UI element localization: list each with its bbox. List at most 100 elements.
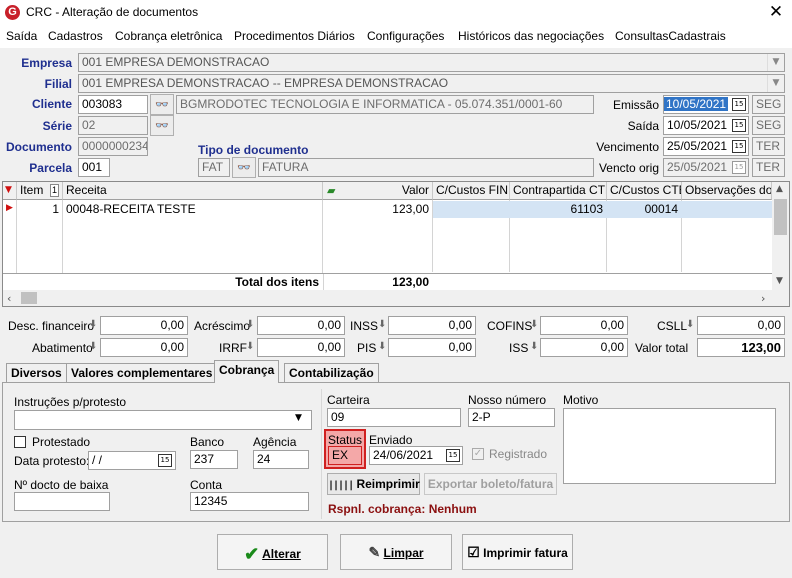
agencia-field[interactable]: 24 xyxy=(253,450,309,469)
registrado-label: Registrado xyxy=(489,447,548,461)
imprimir-fatura-button[interactable]: ☑ Imprimir fatura xyxy=(462,534,573,570)
arrow-down-icon: ⬇ xyxy=(246,319,255,330)
instrucoes-label: Instruções p/protesto xyxy=(14,395,127,409)
menu-cadastros[interactable]: Cadastros xyxy=(48,29,103,43)
cofins-field[interactable]: 0,00 xyxy=(540,316,628,335)
binoculars-icon[interactable]: 👓 xyxy=(150,94,174,115)
column-header-observacoes[interactable]: Observações do ite xyxy=(682,182,772,200)
column-header-contrapartida[interactable]: Contrapartida CTB xyxy=(510,182,607,200)
calendar-icon[interactable]: 15 xyxy=(732,140,746,153)
emissao-value: 10/05/2021 xyxy=(664,97,729,111)
binoculars-icon[interactable]: 👓 xyxy=(150,115,174,136)
binoculars-icon[interactable]: 👓 xyxy=(232,157,256,178)
column-header-cc-ctb[interactable]: C/Custos CTB xyxy=(607,182,682,200)
tab-diversos[interactable]: Diversos xyxy=(6,363,67,383)
sort-order-badge: 1 xyxy=(49,184,59,197)
instrucoes-select[interactable] xyxy=(14,410,312,430)
calendar-icon[interactable]: 15 xyxy=(732,98,746,111)
column-header-item[interactable]: Item 1 xyxy=(17,182,63,200)
total-row: Total dos itens 123,00 xyxy=(3,273,772,291)
nosso-numero-label: Nosso número xyxy=(468,393,547,407)
menu-cobranca-eletronica[interactable]: Cobrança eletrônica xyxy=(115,29,222,43)
chevron-down-icon[interactable]: ▼ xyxy=(767,54,784,71)
table-row[interactable]: ▶ 1 00048-RECEITA TESTE 123,00 61103 000… xyxy=(3,201,772,218)
calendar-icon: 15 xyxy=(732,161,746,174)
scrollbar-thumb[interactable] xyxy=(774,199,787,235)
cell-cc-fin xyxy=(433,201,509,218)
scroll-right-icon[interactable]: › xyxy=(761,292,765,305)
csll-field[interactable]: 0,00 xyxy=(697,316,785,335)
tab-valores-complementares[interactable]: Valores complementares xyxy=(66,363,218,383)
filial-label: Filial xyxy=(44,77,72,91)
vertical-scrollbar[interactable]: ▲ ▼ xyxy=(772,182,789,290)
window-title: CRC - Alteração de documentos xyxy=(26,5,199,19)
inss-field[interactable]: 0,00 xyxy=(388,316,476,335)
close-icon[interactable]: ✕ xyxy=(766,2,786,22)
scroll-down-icon[interactable]: ▼ xyxy=(776,276,783,286)
tab-cobranca[interactable]: Cobrança xyxy=(214,360,280,383)
motivo-textarea[interactable] xyxy=(563,408,776,484)
pis-field[interactable]: 0,00 xyxy=(388,338,476,357)
acrescimo-label: Acréscimo xyxy=(194,319,251,333)
menu-configuracoes[interactable]: Configurações xyxy=(367,29,444,43)
pis-label: PIS xyxy=(357,341,377,355)
conta-field[interactable]: 12345 xyxy=(190,492,309,511)
documento-field[interactable]: 0000000234 xyxy=(78,137,148,156)
saida-label: Saída xyxy=(627,119,659,133)
limpar-button[interactable]: ✎ Limpar xyxy=(340,534,452,570)
chevron-down-icon[interactable]: ▼ xyxy=(295,413,302,423)
calendar-icon[interactable]: 15 xyxy=(732,119,746,132)
column-header-valor[interactable]: ▰ Valor xyxy=(323,182,433,200)
doc-baixa-field[interactable] xyxy=(14,492,110,511)
chevron-down-icon[interactable]: ▼ xyxy=(767,75,784,92)
document-check-icon: ☑ xyxy=(467,544,480,560)
protestado-checkbox[interactable] xyxy=(14,436,26,448)
vencto-orig-label: Vencto orig xyxy=(598,161,659,175)
acrescimo-field[interactable]: 0,00 xyxy=(257,316,345,335)
cell-valor: 123,00 xyxy=(392,202,429,216)
items-grid[interactable]: ▼ Item 1 Receita ▰ Valor C/Custos FIN Cont… xyxy=(2,181,790,307)
empresa-label: Empresa xyxy=(21,56,72,70)
horizontal-scrollbar[interactable]: ‹ › xyxy=(3,290,789,306)
menu-historicos[interactable]: Históricos das negociações xyxy=(458,29,604,43)
status-field[interactable]: EX xyxy=(328,446,362,465)
alterar-button[interactable]: ✔ Alterar xyxy=(217,534,328,570)
serie-field[interactable]: 02 xyxy=(78,116,148,135)
column-header-receita[interactable]: Receita xyxy=(63,182,323,200)
tab-contabilizacao[interactable]: Contabilização xyxy=(284,363,379,383)
registrado-checkbox[interactable]: ✓ xyxy=(472,448,484,460)
banco-field[interactable]: 237 xyxy=(190,450,238,469)
status-label: Status xyxy=(328,433,363,447)
reimprimir-button[interactable]: ||||| Reimprimir xyxy=(327,473,420,495)
doc-baixa-label: Nº docto de baixa xyxy=(14,478,109,492)
valor-total-label: Valor total xyxy=(635,341,689,355)
irrf-label: IRRF xyxy=(219,341,247,355)
scroll-left-icon[interactable]: ‹ xyxy=(7,292,11,305)
carteira-field[interactable]: 09 xyxy=(327,408,461,427)
scrollbar-thumb[interactable] xyxy=(21,292,37,304)
filial-select[interactable]: 001 EMPRESA DEMONSTRACAO -- EMPRESA DEMO… xyxy=(78,74,785,93)
vencto-orig-day: TER xyxy=(752,158,785,177)
responsavel-cobranca: Rspnl. cobrança: Nenhum xyxy=(328,502,477,516)
cliente-code-field[interactable]: 003083 xyxy=(78,95,148,114)
parcela-field[interactable]: 001 xyxy=(78,158,110,177)
iss-field[interactable]: 0,00 xyxy=(540,338,628,357)
arrow-down-icon: ⬇ xyxy=(530,341,539,352)
menu-saida[interactable]: Saída xyxy=(6,29,37,43)
abatimento-field[interactable]: 0,00 xyxy=(100,338,188,357)
irrf-field[interactable]: 0,00 xyxy=(257,338,345,357)
calendar-icon[interactable]: 15 xyxy=(446,449,460,462)
desc-financeiro-field[interactable]: 0,00 xyxy=(100,316,188,335)
scroll-up-icon[interactable]: ▲ xyxy=(776,184,783,194)
menu-consultas-cadastrais[interactable]: ConsultasCadastrais xyxy=(615,29,726,43)
empresa-select[interactable]: 001 EMPRESA DEMONSTRACAO xyxy=(78,53,785,72)
motivo-label: Motivo xyxy=(563,393,599,407)
vencimento-day: TER xyxy=(752,137,785,156)
calendar-icon[interactable]: 15 xyxy=(158,454,172,467)
exportar-boleto-button[interactable]: Exportar boleto/fatura xyxy=(424,473,557,495)
menu-procedimentos-diarios[interactable]: Procedimentos Diários xyxy=(234,29,355,43)
column-header-cc-fin[interactable]: C/Custos FIN xyxy=(433,182,510,200)
tipo-doc-code-field[interactable]: FAT xyxy=(198,158,230,177)
nosso-numero-field[interactable]: 2-P xyxy=(468,408,555,427)
banco-label: Banco xyxy=(190,435,225,449)
